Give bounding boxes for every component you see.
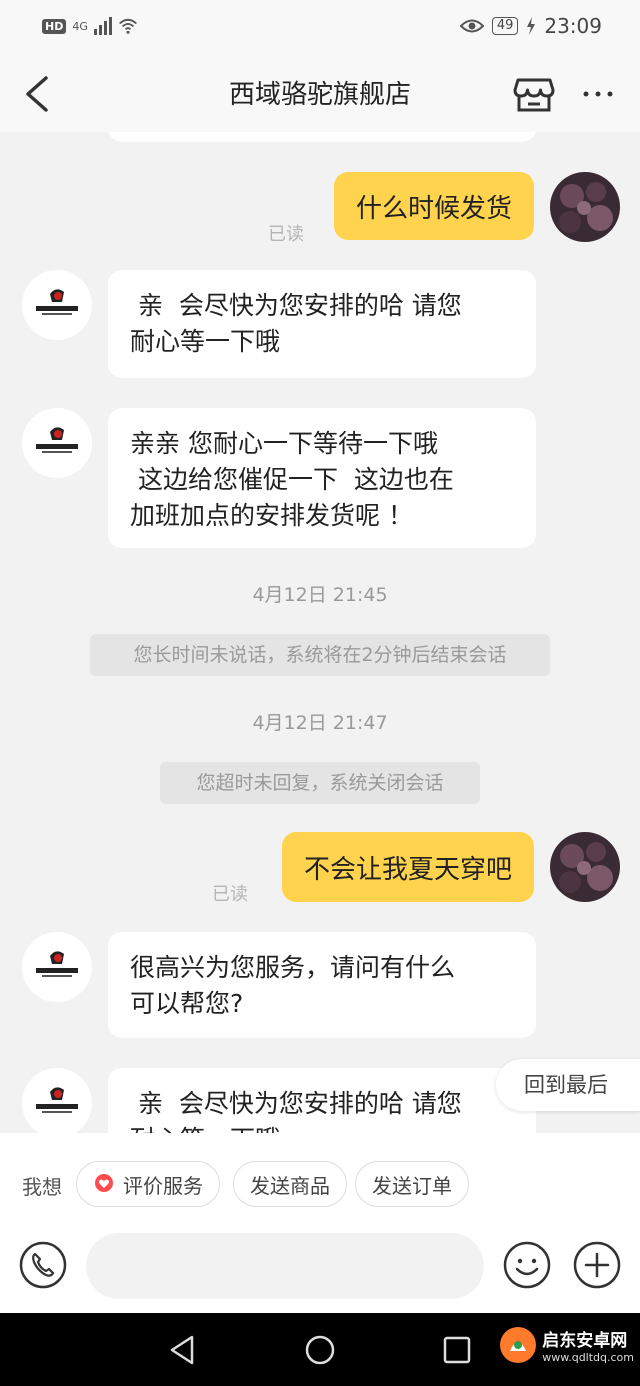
status-left: HD 4G [42,16,138,36]
previous-message-bubble [108,132,536,142]
vancamel-logo-icon [22,408,92,478]
incoming-message[interactable]: 很高兴为您服务，请问有什么 可以帮您? [108,932,536,1038]
vancamel-logo-icon [22,1068,92,1133]
message-input[interactable] [86,1233,484,1299]
system-notice: 您超时未回复，系统关闭会话 [160,762,480,804]
jump-to-latest-button[interactable]: 回到最后 [496,1059,640,1111]
system-notice: 您长时间未说话，系统将在2分钟后结束会话 [90,634,550,676]
outgoing-message[interactable]: 什么时候发货 [333,172,534,240]
emoji-icon[interactable] [502,1240,552,1290]
nav-recent-apps-icon[interactable] [440,1333,474,1367]
timestamp: 4月12日 21:47 [252,712,388,734]
shop-avatar[interactable] [22,1068,92,1133]
user-avatar[interactable] [550,172,620,242]
add-icon[interactable] [572,1240,622,1290]
vancamel-logo-icon [22,270,92,340]
timestamp: 4月12日 21:45 [252,584,388,606]
read-receipt: 已读 [268,224,304,245]
watermark: 启东安卓网 www.qdltdq.com [498,1325,634,1365]
heart-chat-icon [95,1174,113,1192]
chat-area[interactable]: 已读 什么时候发货 亲 会尽快为您安排的哈 请您 耐心等一下哦 亲亲 您耐心一下… [0,132,640,1133]
wifi-icon [118,18,137,34]
store-icon[interactable] [512,74,556,114]
incoming-message[interactable]: 亲 会尽快为您安排的哈 请您 耐心等一下哦 [108,1068,536,1133]
battery-level: 49 [491,17,519,35]
send-product-chip[interactable]: 发送商品 [233,1161,347,1207]
send-order-chip[interactable]: 发送订单 [355,1161,469,1207]
input-bar [0,1231,640,1313]
chip-label: 发送商品 [250,1173,330,1198]
user-avatar[interactable] [550,832,620,902]
shop-avatar[interactable] [22,270,92,340]
rate-service-chip[interactable]: 评价服务 [76,1161,220,1207]
watermark-name: 启东安卓网 [542,1331,628,1351]
incoming-message[interactable]: 亲 会尽快为您安排的哈 请您 耐心等一下哦 [108,270,536,378]
shop-avatar[interactable] [22,932,92,1002]
quick-actions-bar: 我想 评价服务 发送商品 发送订单 [0,1133,640,1231]
signal-icon [93,17,112,35]
more-options-icon[interactable] [578,76,618,112]
system-navigation-bar: 启东安卓网 www.qdltdq.com [0,1313,640,1386]
read-receipt: 已读 [212,884,248,905]
eye-icon [459,19,484,33]
nav-home-icon[interactable] [303,1333,337,1367]
vancamel-logo-icon [22,932,92,1002]
incoming-message[interactable]: 亲亲 您耐心一下等待一下哦 这边给您催促一下 这边也在 加班加点的安排发货呢 ！ [108,408,536,548]
outgoing-message[interactable]: 不会让我夏天穿吧 [281,832,534,902]
watermark-url: www.qdltdq.com [542,1351,634,1364]
network-type: 4G [72,19,88,33]
header: 西域骆驼旗舰店 [0,56,640,132]
status-right: 49 23:09 [459,14,602,38]
watermark-logo-icon [500,1327,537,1363]
hd-badge: HD [42,18,67,34]
voice-call-icon[interactable] [18,1240,68,1290]
watermark-text: 启东安卓网 www.qdltdq.com [542,1326,634,1364]
shop-avatar[interactable] [22,408,92,478]
charging-icon [527,17,536,35]
chip-label: 评价服务 [123,1173,203,1198]
nav-back-icon[interactable] [166,1333,200,1367]
quick-actions-label: 我想 [22,1175,62,1199]
chip-label: 发送订单 [372,1173,452,1198]
status-bar: HD 4G 49 23:09 [0,0,640,56]
clock: 23:09 [544,14,602,38]
